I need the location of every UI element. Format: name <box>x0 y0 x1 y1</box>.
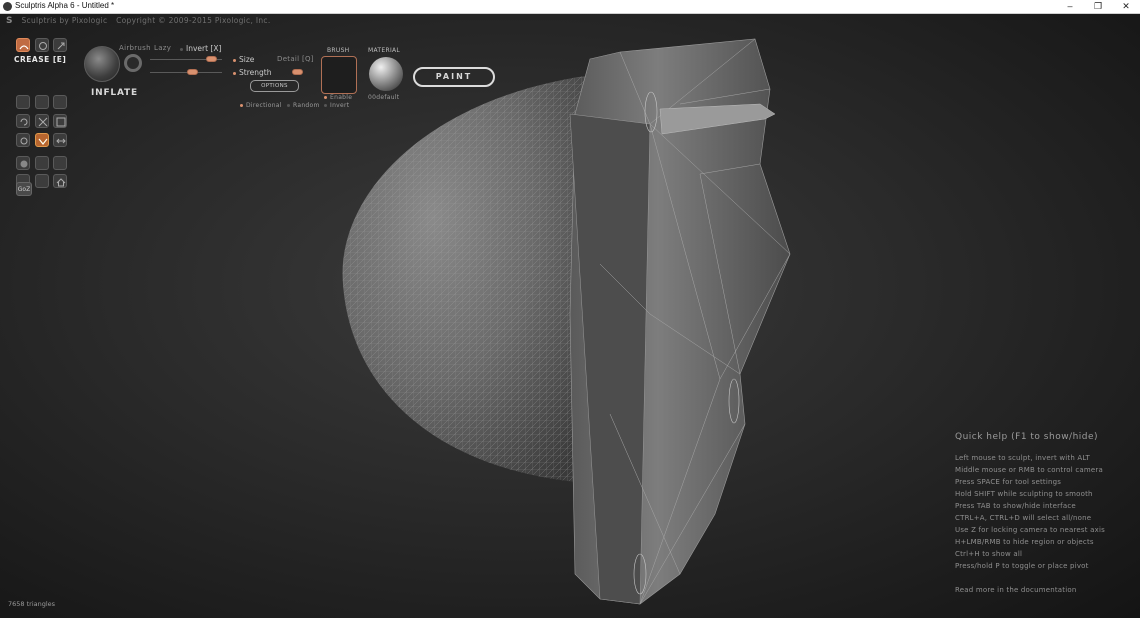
brush-texture-slot[interactable] <box>321 56 357 94</box>
directional-option[interactable]: Directional <box>240 102 282 109</box>
strength-label: Strength <box>239 68 272 77</box>
scale-icon <box>57 42 65 50</box>
sphere-icon <box>20 160 28 168</box>
directional-label: Directional <box>246 102 282 109</box>
sculptris-logo-icon: S <box>6 16 13 26</box>
mask-tool-button[interactable] <box>16 133 30 147</box>
invert-small-option[interactable]: Invert <box>324 102 349 109</box>
sphere-part[interactable] <box>342 74 600 484</box>
size-option[interactable]: Size <box>233 55 254 64</box>
random-option[interactable]: Random <box>287 102 320 109</box>
airbrush-label[interactable]: Airbrush <box>119 44 151 52</box>
invert-toggle[interactable]: Invert [X] <box>180 44 221 53</box>
size-label: Size <box>239 55 255 64</box>
detail-slider-knob[interactable] <box>292 69 303 75</box>
random-radio[interactable] <box>287 104 290 107</box>
copyright-text: Copyright © 2009-2015 Pixologic, Inc. <box>116 16 271 25</box>
lazy-label[interactable]: Lazy <box>154 44 171 52</box>
invert-small-radio[interactable] <box>324 104 327 107</box>
reduce-tool-button[interactable] <box>16 114 30 128</box>
crease-icon <box>19 45 29 50</box>
airbrush-ring-icon[interactable] <box>124 54 142 72</box>
home-icon <box>56 178 66 187</box>
help-line: Middle mouse or RMB to control camera <box>955 466 1103 474</box>
app-icon <box>3 2 12 11</box>
paint-button[interactable]: PAINT <box>413 67 495 87</box>
material-section-label: MATERIAL <box>368 47 401 54</box>
grid-icon <box>56 117 66 127</box>
tool-panel: CREASE [E] INFLATE Airbrush Lazy Invert … <box>0 32 520 188</box>
invert-small-label: Invert <box>330 102 350 109</box>
rotate-icon <box>39 42 47 50</box>
cube-tool-button[interactable] <box>53 156 67 170</box>
strength-radio[interactable] <box>233 71 236 75</box>
quick-help-title: Quick help (F1 to show/hide) <box>955 432 1099 442</box>
enable-radio[interactable] <box>324 96 327 99</box>
directional-radio[interactable] <box>240 104 243 107</box>
crease-tool-button[interactable] <box>16 38 30 52</box>
size-slider-knob[interactable] <box>206 56 217 62</box>
arrows-icon <box>56 138 66 144</box>
plane-tool-button[interactable] <box>35 156 49 170</box>
goz-button[interactable]: GoZ <box>16 182 32 196</box>
brush-section-label: BRUSH <box>327 47 350 54</box>
cross-icon <box>38 117 48 127</box>
strength-slider-track[interactable] <box>150 72 222 73</box>
wireframe-icon <box>38 138 48 145</box>
rotate-tool-button[interactable] <box>35 38 49 52</box>
home-button[interactable] <box>53 174 67 188</box>
save-file-button[interactable] <box>35 174 49 188</box>
help-line: Use Z for locking camera to nearest axis <box>955 526 1105 534</box>
detail-label[interactable]: Detail [Q] <box>277 55 314 63</box>
brush-preview-icon[interactable] <box>84 46 120 82</box>
flatten-tool-button[interactable] <box>16 95 30 109</box>
grid-tool-button[interactable] <box>53 114 67 128</box>
wireframe-toggle-button[interactable] <box>35 133 49 147</box>
size-radio[interactable] <box>233 58 236 62</box>
reduce-icon <box>20 118 28 126</box>
brand-name: Sculptris by Pixologic <box>21 16 108 25</box>
pinch-tool-button[interactable] <box>35 95 49 109</box>
invert-radio[interactable] <box>180 47 183 51</box>
grab-tool-button[interactable] <box>53 95 67 109</box>
documentation-link[interactable]: Read more in the documentation <box>955 586 1135 594</box>
invert-label: Invert [X] <box>186 44 222 53</box>
brand-bar: S Sculptris by Pixologic Copyright © 200… <box>6 16 271 26</box>
strength-slider-knob[interactable] <box>187 69 198 75</box>
triangle-count: 7658 triangles <box>8 600 56 608</box>
material-name: 00default <box>368 94 400 101</box>
quick-help-panel: Quick help (F1 to show/hide) Left mouse … <box>955 432 1135 594</box>
sculpt-viewport[interactable]: S Sculptris by Pixologic Copyright © 200… <box>0 14 1140 618</box>
enable-option[interactable]: Enable <box>324 94 352 101</box>
close-button[interactable]: ✕ <box>1108 0 1140 13</box>
help-line: Left mouse to sculpt, invert with ALT <box>955 454 1091 462</box>
enable-label: Enable <box>330 94 353 101</box>
help-line: Hold SHIFT while sculpting to smooth <box>955 490 1093 498</box>
help-line: CTRL+A, CTRL+D will select all/none <box>955 514 1092 522</box>
brush-name: INFLATE <box>91 88 138 98</box>
material-preview[interactable] <box>369 57 403 91</box>
window-titlebar: Sculptris Alpha 6 - Untitled * – ❐ ✕ <box>0 0 1140 14</box>
symmetry-tool-button[interactable] <box>35 114 49 128</box>
help-line: H+LMB/RMB to hide region or objects <box>955 538 1094 546</box>
camera-tool-button[interactable] <box>53 133 67 147</box>
help-line: Ctrl+H to show all <box>955 550 1023 558</box>
random-label: Random <box>293 102 320 109</box>
plate-part[interactable] <box>569 38 791 605</box>
strength-option[interactable]: Strength <box>233 68 271 77</box>
sphere-tool-button[interactable] <box>16 156 30 170</box>
help-line: Press/hold P to toggle or place pivot <box>955 562 1089 570</box>
scale-tool-button[interactable] <box>53 38 67 52</box>
options-button[interactable]: OPTIONS <box>250 80 299 92</box>
circle-icon <box>20 137 28 145</box>
help-line: Press SPACE for tool settings <box>955 478 1062 486</box>
current-tool-label: CREASE [E] <box>14 55 67 64</box>
help-line: Press TAB to show/hide interface <box>955 502 1076 510</box>
window-title: Sculptris Alpha 6 - Untitled * <box>15 1 115 10</box>
